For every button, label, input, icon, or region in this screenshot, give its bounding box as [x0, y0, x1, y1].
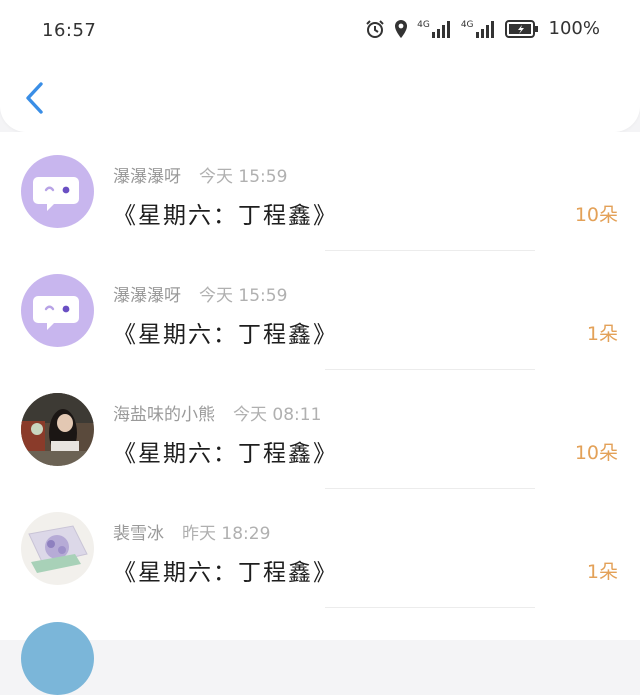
- status-icons: 4G 4G 100%: [365, 18, 600, 39]
- message-text: 《星期六：丁程鑫》: [113, 560, 338, 586]
- sender-line: 瀑瀑瀑呀 今天 15:59: [113, 281, 287, 306]
- flower-count: 1朵: [586, 323, 618, 345]
- timestamp: 今天 15:59: [199, 286, 288, 306]
- avatar: [21, 274, 94, 347]
- flower-count: 1朵: [586, 561, 618, 583]
- flower-count: 10朵: [574, 204, 618, 226]
- status-bar: 16:57 4G 4G 100%: [0, 0, 640, 62]
- timestamp: 昨天 18:29: [182, 524, 271, 544]
- signal-icon-2: 4G: [461, 20, 497, 38]
- timestamp: 今天 15:59: [199, 167, 288, 187]
- avatar: [21, 393, 94, 466]
- sender-line: 裴雪冰 昨天 18:29: [113, 519, 270, 544]
- divider: [325, 607, 535, 608]
- location-icon: [393, 19, 409, 39]
- list-item[interactable]: 裴雪冰 昨天 18:29 《星期六：丁程鑫》 1朵: [0, 489, 640, 608]
- list-item[interactable]: 海盐味的小熊 今天 08:11 《星期六：丁程鑫》 10朵: [0, 370, 640, 489]
- top-header: 16:57 4G 4G 100%: [0, 0, 640, 132]
- chevron-left-icon: [26, 82, 43, 114]
- list-item[interactable]: 瀑瀑瀑呀 今天 15:59 《星期六：丁程鑫》 10朵: [0, 132, 640, 251]
- avatar: [21, 155, 94, 228]
- battery-percent: 100%: [548, 18, 600, 39]
- message-text: 《星期六：丁程鑫》: [113, 322, 338, 348]
- network-label-2: 4G: [460, 19, 474, 30]
- gift-record-list: 瀑瀑瀑呀 今天 15:59 《星期六：丁程鑫》 10朵 瀑瀑瀑呀 今天 15:5…: [0, 132, 640, 640]
- alarm-icon: [365, 19, 385, 39]
- avatar: [21, 622, 94, 695]
- sender-name: 裴雪冰: [113, 524, 164, 544]
- status-time: 16:57: [42, 20, 97, 41]
- timestamp: 今天 08:11: [233, 405, 322, 425]
- network-label-1: 4G: [417, 19, 430, 30]
- message-text: 《星期六：丁程鑫》: [113, 441, 338, 467]
- chat-bubble-avatar-icon: [33, 296, 79, 330]
- sender-line: 瀑瀑瀑呀 今天 15:59: [113, 162, 287, 187]
- flower-count: 10朵: [574, 442, 618, 464]
- sender-name: 瀑瀑瀑呀: [113, 286, 181, 306]
- chat-bubble-avatar-icon: [33, 177, 79, 211]
- photo-avatar-icon: [21, 512, 94, 585]
- message-text: 《星期六：丁程鑫》: [113, 203, 338, 229]
- sender-name: 瀑瀑瀑呀: [113, 167, 181, 187]
- sender-name: 海盐味的小熊: [113, 405, 215, 425]
- photo-avatar-icon: [21, 393, 94, 466]
- signal-icon-1: 4G: [417, 20, 453, 38]
- list-item[interactable]: 瀑瀑瀑呀 今天 15:59 《星期六：丁程鑫》 1朵: [0, 251, 640, 370]
- back-button[interactable]: [22, 80, 48, 116]
- avatar: [21, 512, 94, 585]
- battery-icon: [504, 19, 539, 38]
- sender-line: 海盐味的小熊 今天 08:11: [113, 400, 321, 425]
